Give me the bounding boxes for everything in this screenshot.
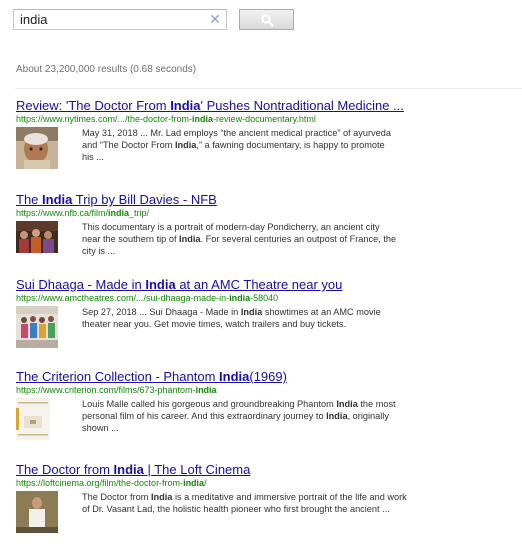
search-result: The India Trip by Bill Davies - NFB http… [16, 192, 516, 256]
result-snippet: Sep 27, 2018 ... Sui Dhaaga - Made in In… [82, 307, 381, 329]
result-title-link[interactable]: The India Trip by Bill Davies - NFB [16, 192, 516, 207]
search-input[interactable] [14, 10, 204, 29]
result-snippet: This documentary is a portrait of modern… [82, 222, 397, 256]
result-url: https://loftcinema.org/film/the-doctor-f… [16, 478, 207, 488]
result-thumbnail[interactable] [16, 127, 58, 169]
search-result: The Doctor from India | The Loft Cinema … [16, 462, 516, 533]
search-button[interactable] [239, 9, 294, 30]
search-result: Review: 'The Doctor From India' Pushes N… [16, 98, 516, 169]
result-thumbnail[interactable] [16, 491, 58, 533]
result-snippet: The Doctor from India is a meditative an… [82, 492, 407, 514]
search-result: The Criterion Collection - Phantom India… [16, 369, 516, 440]
result-thumbnail[interactable] [16, 398, 58, 440]
result-title-link[interactable]: The Criterion Collection - Phantom India… [16, 369, 516, 384]
clear-icon[interactable]: ✕ [209, 10, 221, 29]
result-stats: About 23,200,000 results (0.68 seconds) [16, 64, 197, 75]
result-title-link[interactable]: Review: 'The Doctor From India' Pushes N… [16, 98, 516, 113]
search-box[interactable]: ✕ [13, 9, 227, 30]
result-thumbnail[interactable] [16, 306, 58, 348]
result-url: https://www.nfb.ca/film/india_trip/ [16, 208, 150, 218]
result-thumbnail[interactable] [16, 221, 58, 263]
result-url: https://www.criterion.com/films/673-phan… [16, 385, 217, 395]
result-snippet: Louis Malle called his gorgeous and grou… [82, 399, 396, 433]
result-title-link[interactable]: Sui Dhaaga - Made in India at an AMC The… [16, 277, 516, 292]
result-url: https://www.nytimes.com/.../the-doctor-f… [16, 114, 316, 124]
search-result: Sui Dhaaga - Made in India at an AMC The… [16, 277, 516, 348]
result-url: https://www.amctheatres.com/.../sui-dhaa… [16, 293, 279, 303]
result-title-link[interactable]: The Doctor from India | The Loft Cinema [16, 462, 516, 477]
divider [14, 88, 522, 89]
search-icon [261, 14, 274, 27]
result-snippet: May 31, 2018 ... Mr. Lad employs “the an… [82, 128, 391, 162]
